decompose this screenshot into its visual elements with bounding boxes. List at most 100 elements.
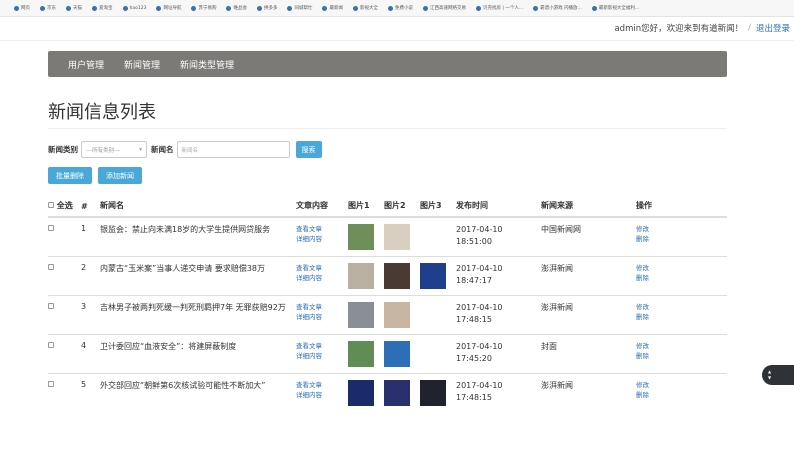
bookmark-item[interactable]: 苏宁易购 bbox=[191, 5, 216, 11]
view-article-link[interactable]: 查看文章 bbox=[296, 224, 348, 234]
news-title: 卫计委回应“血液安全”：将建屏蔽制度 bbox=[100, 333, 296, 373]
bookmark-item[interactable]: 影视大全 bbox=[352, 5, 378, 11]
view-detail-link[interactable]: 详细内容 bbox=[296, 273, 348, 283]
nav-item-news[interactable]: 新闻管理 bbox=[124, 58, 160, 71]
news-thumbnail[interactable] bbox=[348, 262, 374, 289]
batch-delete-button[interactable]: 批量删除 bbox=[48, 167, 92, 184]
edit-link[interactable]: 修改 bbox=[636, 380, 727, 390]
view-article-link[interactable]: 查看文章 bbox=[296, 341, 348, 351]
bookmark-favicon-icon bbox=[422, 5, 428, 11]
edit-link[interactable]: 修改 bbox=[636, 341, 727, 351]
col-index-header: # bbox=[81, 189, 100, 218]
view-article-link[interactable]: 查看文章 bbox=[296, 302, 348, 312]
bookmark-item[interactable]: 最新影视大全福利... bbox=[591, 5, 639, 11]
col-date-header: 发布时间 bbox=[456, 189, 541, 218]
add-news-button[interactable]: 添加新闻 bbox=[98, 167, 142, 184]
news-thumbnail[interactable] bbox=[384, 379, 410, 406]
divider bbox=[48, 128, 727, 129]
edit-link[interactable]: 修改 bbox=[636, 302, 727, 312]
select-all-checkbox[interactable] bbox=[48, 202, 54, 208]
news-title: 内蒙古“玉米案”当事人递交申请 要求赔偿38万 bbox=[100, 255, 296, 295]
content-links-cell: 查看文章 详细内容 bbox=[296, 216, 348, 256]
news-thumbnail[interactable] bbox=[384, 301, 410, 328]
col-ops-header: 操作 bbox=[636, 189, 727, 218]
news-thumbnail[interactable] bbox=[384, 262, 410, 289]
select-all-label: 全选 bbox=[56, 201, 73, 210]
news-thumbnail[interactable] bbox=[420, 262, 446, 289]
news-title: 外交部回应“朝鲜第6次核试验可能性不断加大” bbox=[100, 372, 296, 412]
view-article-link[interactable]: 查看文章 bbox=[296, 263, 348, 273]
row-select-cell bbox=[48, 255, 81, 295]
bookmark-item[interactable]: 网页 bbox=[14, 5, 30, 11]
nav-item-news-types[interactable]: 新闻类型管理 bbox=[180, 58, 234, 71]
bookmark-favicon-icon bbox=[322, 5, 328, 11]
view-detail-link[interactable]: 详细内容 bbox=[296, 312, 348, 322]
bookmark-item[interactable]: 靠谱小游戏 闪播放... bbox=[533, 5, 582, 11]
news-thumbnail[interactable] bbox=[348, 340, 374, 367]
bookmark-favicon-icon bbox=[352, 5, 358, 11]
pic1-cell bbox=[348, 255, 384, 295]
publish-date: 2017-04-10 bbox=[456, 341, 503, 351]
news-thumbnail[interactable] bbox=[348, 301, 374, 328]
news-thumbnail[interactable] bbox=[420, 379, 446, 406]
bookmark-item[interactable]: 天猫 bbox=[66, 5, 82, 11]
delete-link[interactable]: 删除 bbox=[636, 273, 727, 283]
row-select-cell bbox=[48, 294, 81, 334]
row-checkbox[interactable] bbox=[48, 225, 54, 231]
bookmark-item[interactable]: 江西高速网络交易 bbox=[422, 5, 466, 11]
edit-link[interactable]: 修改 bbox=[636, 224, 727, 234]
bookmark-item[interactable]: 免费小说 bbox=[387, 5, 413, 11]
bookmark-item[interactable]: 网址导航 bbox=[156, 5, 181, 11]
bookmark-item[interactable]: hao123 bbox=[122, 5, 146, 11]
edit-link[interactable]: 修改 bbox=[636, 263, 727, 273]
row-checkbox[interactable] bbox=[48, 302, 54, 309]
category-select[interactable]: ---所有类别--- ▾ bbox=[81, 141, 147, 158]
search-button[interactable]: 搜索 bbox=[295, 141, 322, 158]
logout-link[interactable]: 退出登录 bbox=[756, 22, 790, 34]
bookmark-item[interactable]: 同城帮忙 bbox=[287, 5, 312, 11]
news-source: 封面 bbox=[541, 333, 636, 373]
table-row: 5 外交部回应“朝鲜第6次核试验可能性不断加大” 查看文章 详细内容 2017-04-1… bbox=[48, 372, 727, 412]
view-article-link[interactable]: 查看文章 bbox=[296, 380, 348, 390]
view-detail-link[interactable]: 详细内容 bbox=[296, 390, 348, 400]
view-detail-link[interactable]: 详细内容 bbox=[296, 234, 348, 244]
nav-item-users[interactable]: 用户管理 bbox=[68, 58, 104, 71]
col-content-header: 文章内容 bbox=[296, 189, 348, 218]
row-checkbox[interactable] bbox=[48, 380, 54, 387]
view-detail-link[interactable]: 详细内容 bbox=[296, 351, 348, 361]
action-buttons: 批量删除 添加新闻 bbox=[48, 167, 148, 184]
publish-time-cell: 2017-04-10 18:47:17 bbox=[456, 255, 541, 295]
ops-cell: 修改 删除 bbox=[636, 372, 727, 412]
bookmark-label: 唯品会 bbox=[233, 6, 247, 11]
bookmark-item[interactable]: 爱淘宝 bbox=[92, 5, 113, 11]
row-checkbox[interactable] bbox=[48, 341, 54, 348]
bookmark-item[interactable]: 贝壳找房 | 一个人... bbox=[475, 5, 523, 11]
news-thumbnail[interactable] bbox=[384, 340, 410, 367]
bookmark-label: 网址导航 bbox=[163, 6, 182, 11]
table-row: 4 卫计委回应“血液安全”：将建屏蔽制度 查看文章 详细内容 2017-04-10 17:… bbox=[48, 333, 727, 373]
news-name-input[interactable]: 新闻名 bbox=[176, 141, 290, 158]
content-links-cell: 查看文章 详细内容 bbox=[296, 294, 348, 334]
news-source: 澎湃新闻 bbox=[541, 372, 636, 412]
delete-link[interactable]: 删除 bbox=[636, 351, 727, 361]
select-all-header: 全选 bbox=[48, 189, 81, 218]
news-thumbnail[interactable] bbox=[348, 379, 374, 406]
cut-off-area bbox=[0, 418, 794, 465]
bookmarks-bar: 网页 京东 天猫 爱淘宝 hao123 网址导航 苏宁易购 唯品会 拼多多 同城帮忙 最新闻 影视大全… bbox=[0, 0, 794, 17]
bookmark-item[interactable]: 最新闻 bbox=[322, 5, 343, 11]
pic3-cell bbox=[420, 294, 456, 334]
bookmark-label: 爱淘宝 bbox=[99, 6, 113, 11]
bookmark-favicon-icon bbox=[533, 5, 539, 11]
bookmark-item[interactable]: 唯品会 bbox=[226, 5, 247, 11]
news-thumbnail[interactable] bbox=[384, 224, 410, 250]
delete-link[interactable]: 删除 bbox=[636, 312, 727, 322]
col-title-header: 新闻名 bbox=[100, 189, 296, 218]
bookmark-favicon-icon bbox=[256, 5, 262, 11]
delete-link[interactable]: 删除 bbox=[636, 234, 727, 244]
news-thumbnail[interactable] bbox=[348, 224, 374, 250]
bookmark-item[interactable]: 拼多多 bbox=[256, 5, 277, 11]
row-checkbox[interactable] bbox=[48, 263, 54, 270]
bookmark-label: 靠谱小游戏 闪播放... bbox=[540, 6, 582, 11]
delete-link[interactable]: 删除 bbox=[636, 390, 727, 400]
bookmark-item[interactable]: 京东 bbox=[40, 5, 56, 11]
